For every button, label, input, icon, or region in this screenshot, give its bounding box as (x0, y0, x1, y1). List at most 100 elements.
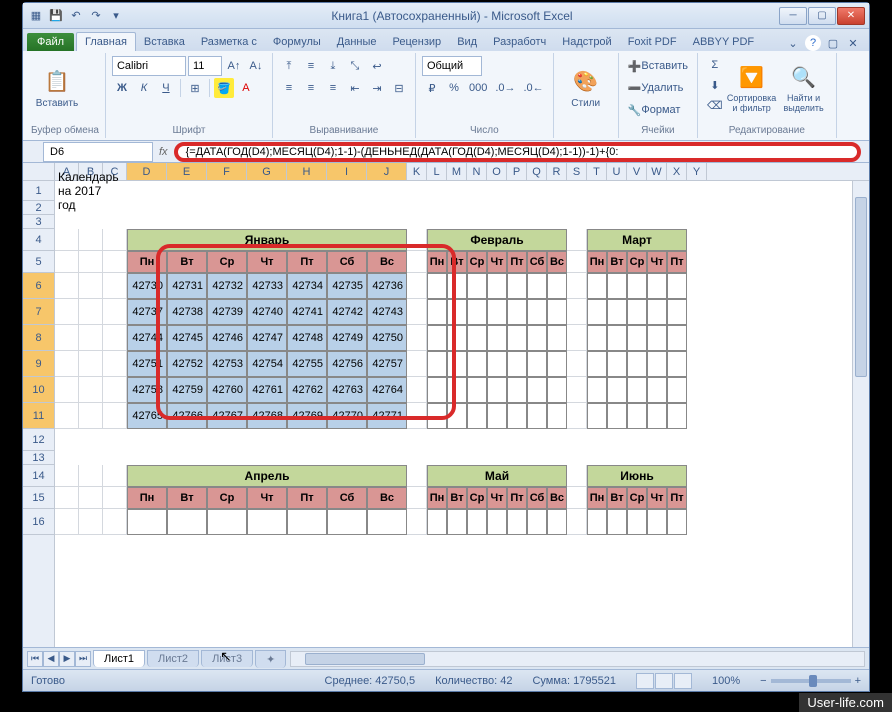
cell[interactable] (567, 487, 587, 509)
tab-formulas[interactable]: Формулы (265, 33, 329, 51)
underline-button[interactable]: Ч (156, 78, 176, 98)
cell[interactable]: 42736 (367, 273, 407, 299)
cell[interactable] (527, 377, 547, 403)
cell[interactable] (407, 229, 427, 251)
cell[interactable] (55, 229, 79, 251)
cell[interactable] (447, 325, 467, 351)
cell[interactable] (467, 351, 487, 377)
cell[interactable] (567, 299, 587, 325)
cell[interactable] (55, 325, 79, 351)
cell[interactable] (567, 325, 587, 351)
cell[interactable] (667, 325, 687, 351)
cell[interactable]: 42747 (247, 325, 287, 351)
decimal-inc-icon[interactable]: .0→ (492, 78, 518, 98)
month-header[interactable]: Май (427, 465, 567, 487)
column-header[interactable]: W (647, 163, 667, 180)
row-header[interactable]: 5 (23, 251, 54, 273)
cell[interactable] (55, 487, 79, 509)
sheet-nav-next[interactable]: ▶ (59, 651, 75, 667)
cell[interactable] (103, 487, 127, 509)
cell[interactable] (103, 377, 127, 403)
cell[interactable] (627, 299, 647, 325)
cell[interactable]: 42761 (247, 377, 287, 403)
cell[interactable]: 42748 (287, 325, 327, 351)
cell[interactable] (567, 465, 587, 487)
cell[interactable]: 42764 (367, 377, 407, 403)
cell[interactable] (447, 299, 467, 325)
cell[interactable] (287, 509, 327, 535)
cell[interactable] (487, 273, 507, 299)
insert-cells-button[interactable]: ➕ Вставить (625, 56, 691, 76)
wrap-text-icon[interactable]: ↩ (367, 56, 387, 76)
cell[interactable]: Вт (167, 251, 207, 273)
tab-developer[interactable]: Разработч (485, 33, 554, 51)
cell[interactable]: 42767 (207, 403, 247, 429)
tab-foxit[interactable]: Foxit PDF (620, 33, 685, 51)
cell[interactable]: 42730 (127, 273, 167, 299)
cell[interactable] (527, 273, 547, 299)
cell[interactable]: Пт (287, 251, 327, 273)
cell[interactable]: Ср (627, 251, 647, 273)
cell[interactable]: 42754 (247, 351, 287, 377)
percent-icon[interactable]: % (444, 78, 464, 98)
zoom-level[interactable]: 100% (712, 675, 740, 687)
cell[interactable] (79, 509, 103, 535)
cell[interactable] (587, 509, 607, 535)
row-header[interactable]: 12 (23, 429, 54, 451)
cell[interactable] (103, 509, 127, 535)
cell[interactable] (79, 273, 103, 299)
cell[interactable] (627, 273, 647, 299)
column-header[interactable]: J (367, 163, 407, 180)
cell[interactable]: Вт (447, 251, 467, 273)
cell[interactable]: 42733 (247, 273, 287, 299)
bold-button[interactable]: Ж (112, 78, 132, 98)
cell[interactable]: 42765 (127, 403, 167, 429)
cell[interactable] (79, 403, 103, 429)
cell[interactable] (79, 465, 103, 487)
cell[interactable] (567, 403, 587, 429)
cell[interactable] (55, 251, 79, 273)
font-combo[interactable]: Calibri (112, 56, 186, 76)
cell[interactable] (427, 299, 447, 325)
cell[interactable] (667, 509, 687, 535)
tab-home[interactable]: Главная (76, 32, 136, 51)
find-select-button[interactable]: 🔍 Найти и выделить (778, 55, 830, 121)
column-header[interactable]: V (627, 163, 647, 180)
row-header[interactable]: 2 (23, 201, 54, 215)
sort-filter-button[interactable]: 🔽 Сортировка и фильтр (726, 55, 778, 121)
cell[interactable] (547, 403, 567, 429)
sheet-nav-prev[interactable]: ◀ (43, 651, 59, 667)
cell[interactable] (55, 403, 79, 429)
cell[interactable] (647, 299, 667, 325)
tab-pagelayout[interactable]: Разметка с (193, 33, 265, 51)
tab-insert[interactable]: Вставка (136, 33, 193, 51)
cell[interactable]: Пн (127, 251, 167, 273)
cell[interactable]: Пт (507, 251, 527, 273)
cell[interactable] (607, 403, 627, 429)
tab-abbyy[interactable]: ABBYY PDF (685, 33, 763, 51)
cell[interactable] (55, 351, 79, 377)
cell[interactable]: 42745 (167, 325, 207, 351)
cell[interactable] (55, 299, 79, 325)
row-header[interactable]: 16 (23, 509, 54, 535)
cell[interactable] (467, 377, 487, 403)
minimize-button[interactable]: ─ (779, 7, 807, 25)
cell[interactable]: Вс (367, 251, 407, 273)
cell[interactable] (607, 299, 627, 325)
cell[interactable] (567, 509, 587, 535)
cell[interactable] (103, 229, 127, 251)
column-header[interactable]: K (407, 163, 427, 180)
align-left-icon[interactable]: ≡ (279, 78, 299, 98)
cell[interactable]: Ср (207, 487, 247, 509)
cell[interactable]: 42731 (167, 273, 207, 299)
cell[interactable] (547, 299, 567, 325)
column-header[interactable]: T (587, 163, 607, 180)
increase-font-icon[interactable]: A↑ (224, 56, 244, 76)
cell[interactable] (407, 509, 427, 535)
column-header[interactable]: P (507, 163, 527, 180)
column-header[interactable]: N (467, 163, 487, 180)
cell[interactable] (487, 325, 507, 351)
cell[interactable] (407, 251, 427, 273)
save-icon[interactable]: 💾 (47, 7, 65, 25)
cell[interactable] (607, 509, 627, 535)
